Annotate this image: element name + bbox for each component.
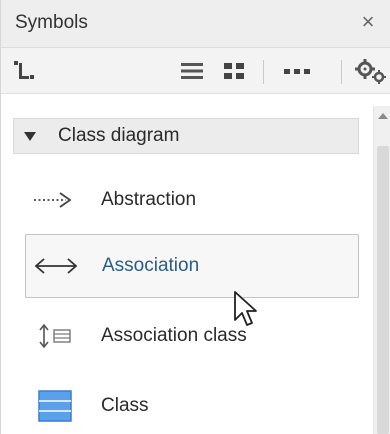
- list-item-association-class[interactable]: Association class: [25, 304, 359, 368]
- toolbar-separator: [341, 60, 342, 84]
- symbols-panel: Symbols × Class diagram Abstraction Asso…: [0, 0, 390, 434]
- dotted-arrow-icon: [31, 185, 79, 215]
- list-view-icon[interactable]: [177, 58, 207, 84]
- panel-toolbar: [1, 48, 390, 94]
- scrollbar-thumb[interactable]: [377, 146, 389, 434]
- chevron-down-icon: [24, 132, 36, 141]
- close-icon[interactable]: ×: [357, 9, 379, 34]
- vertical-scrollbar[interactable]: [373, 106, 390, 434]
- grid-view-icon[interactable]: [219, 58, 249, 84]
- item-label: Class: [101, 395, 149, 416]
- item-label: Association: [102, 255, 200, 276]
- section-header-class-diagram[interactable]: Class diagram: [13, 118, 359, 154]
- more-options-icon[interactable]: [277, 58, 317, 84]
- association-class-icon: [31, 321, 79, 351]
- list-item-abstraction[interactable]: Abstraction: [25, 168, 359, 232]
- symbols-list: Class diagram Abstraction Association As…: [1, 94, 390, 434]
- bidirectional-arrow-icon: [32, 251, 80, 281]
- scroll-up-icon[interactable]: [374, 106, 390, 126]
- list-item-class[interactable]: Class: [25, 374, 359, 434]
- panel-titlebar: Symbols ×: [1, 0, 390, 48]
- tree-view-icon[interactable]: [11, 58, 41, 84]
- item-label: Abstraction: [101, 189, 197, 210]
- class-box-icon: [31, 390, 79, 422]
- settings-gears-icon[interactable]: [353, 58, 390, 84]
- section-label: Class diagram: [58, 125, 180, 146]
- toolbar-separator: [263, 60, 264, 84]
- list-item-association[interactable]: Association: [25, 234, 359, 298]
- panel-title: Symbols: [15, 12, 88, 33]
- item-label: Association class: [101, 325, 247, 346]
